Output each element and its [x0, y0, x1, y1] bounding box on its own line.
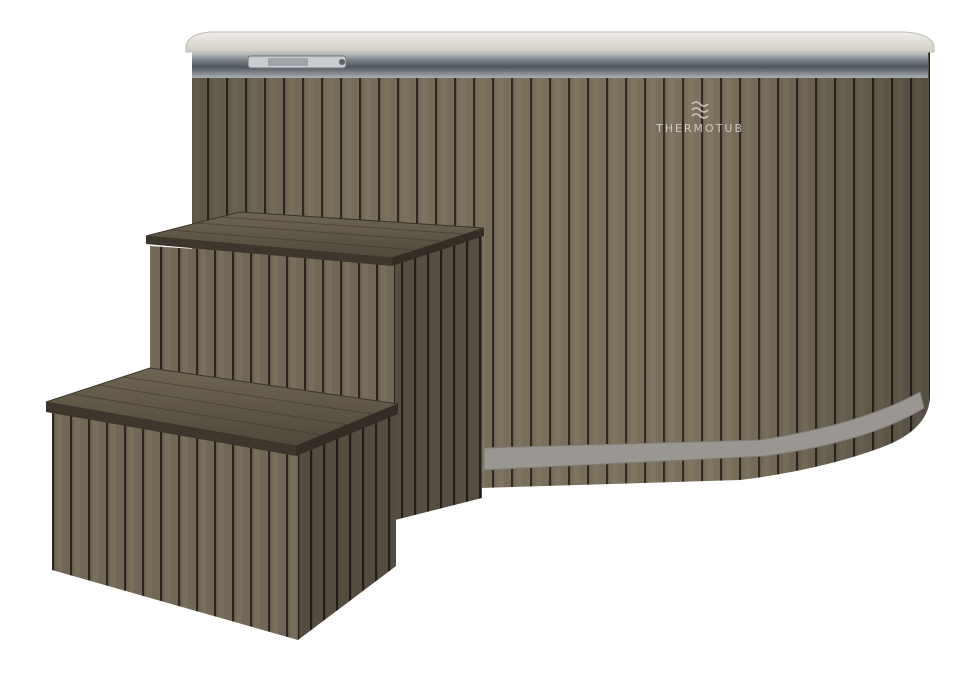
lower-step — [45, 367, 400, 640]
latch-icon — [247, 55, 347, 69]
hot-tub-scene: THERMOTUB — [45, 31, 935, 640]
brand-logo-text: THERMOTUB — [655, 122, 744, 135]
tub-lid — [185, 31, 935, 53]
